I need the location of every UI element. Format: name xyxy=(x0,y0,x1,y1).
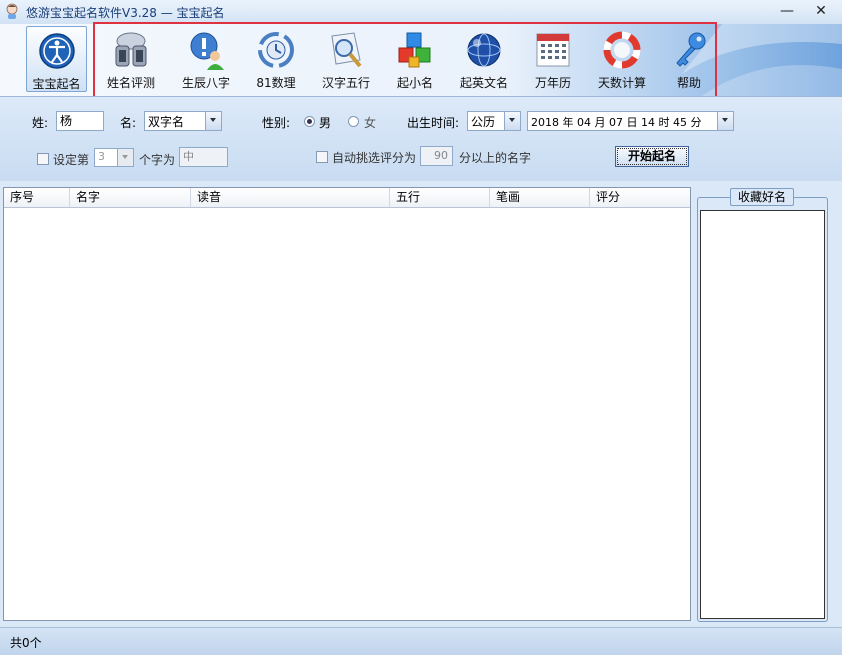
fix-char-label-pre: 设定第 xyxy=(53,153,90,167)
toolbar-highlight-box xyxy=(93,22,717,98)
gender-label: 性别: xyxy=(262,116,291,130)
chevron-down-icon[interactable] xyxy=(717,112,733,130)
app-baby-icon xyxy=(6,3,18,19)
tool-baby-naming[interactable]: 宝宝起名 xyxy=(26,26,87,92)
birth-time-label: 出生时间: xyxy=(407,116,460,130)
results-table[interactable]: 序号 名字 读音 五行 笔画 评分 xyxy=(3,187,691,621)
auto-pick-score-input[interactable]: 90 xyxy=(420,146,453,166)
status-bar: 共0个 xyxy=(0,627,842,655)
chevron-down-icon[interactable] xyxy=(117,149,133,166)
auto-pick-checkbox[interactable] xyxy=(316,151,328,163)
fix-char-position-value: 3 xyxy=(98,150,105,163)
surname-label: 姓: xyxy=(32,116,49,130)
chevron-down-icon[interactable] xyxy=(504,112,520,130)
fix-char-checkbox[interactable] xyxy=(37,153,49,165)
chevron-down-icon[interactable] xyxy=(205,112,221,130)
surname-input[interactable]: 杨 xyxy=(56,111,104,131)
fix-char-label-post: 个字为 xyxy=(139,153,176,167)
name-type-value: 双字名 xyxy=(148,115,185,129)
column-header-name[interactable]: 名字 xyxy=(70,188,191,207)
column-header-pronunciation[interactable]: 读音 xyxy=(191,188,390,207)
gender-male-radio[interactable] xyxy=(304,116,315,127)
favorites-title: 收藏好名 xyxy=(730,188,794,206)
fix-char-input[interactable]: 中 xyxy=(179,147,228,167)
table-header: 序号 名字 读音 五行 笔画 评分 xyxy=(4,188,690,208)
baby-naming-icon xyxy=(38,33,75,69)
auto-pick-label: 自动挑选评分为 xyxy=(332,151,417,165)
tool-label: 宝宝起名 xyxy=(32,77,81,91)
calendar-type-select[interactable]: 公历 xyxy=(467,111,521,131)
birth-datetime-value: 2018 年 04 月 07 日 14 时 45 分 xyxy=(531,116,702,129)
gender-male-label[interactable]: 男 xyxy=(319,114,331,131)
calendar-type-value: 公历 xyxy=(471,115,496,129)
name-type-select[interactable]: 双字名 xyxy=(144,111,222,131)
birth-datetime-picker[interactable]: 2018 年 04 月 07 日 14 时 45 分 xyxy=(527,111,734,131)
window-title: 悠游宝宝起名软件V3.28 — 宝宝起名 xyxy=(26,6,225,20)
column-header-five-elements[interactable]: 五行 xyxy=(390,188,490,207)
result-count: 共0个 xyxy=(10,636,42,650)
close-button[interactable]: ✕ xyxy=(810,2,832,20)
naming-form xyxy=(0,97,842,181)
auto-pick-suffix: 分以上的名字 xyxy=(459,151,532,165)
fix-char-position-select[interactable]: 3 xyxy=(94,148,134,167)
column-header-index[interactable]: 序号 xyxy=(4,188,70,207)
minimize-button[interactable]: — xyxy=(776,2,798,20)
column-header-score[interactable]: 评分 xyxy=(590,188,690,207)
gender-female-radio[interactable] xyxy=(348,116,359,127)
gender-female-label[interactable]: 女 xyxy=(364,114,376,131)
column-header-strokes[interactable]: 笔画 xyxy=(490,188,590,207)
favorites-list[interactable] xyxy=(700,210,825,619)
name-label: 名: xyxy=(120,116,137,130)
start-naming-button[interactable]: 开始起名 xyxy=(615,146,689,167)
